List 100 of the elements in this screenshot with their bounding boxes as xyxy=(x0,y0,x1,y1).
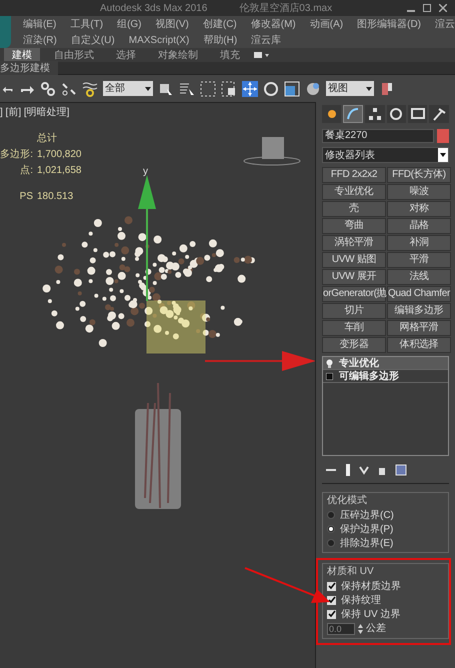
modifier-button[interactable]: UVW 贴图 xyxy=(322,252,386,268)
modifier-button[interactable]: 对称 xyxy=(387,201,451,217)
transform-gizmo-plane[interactable] xyxy=(146,300,206,354)
radio-button[interactable] xyxy=(327,539,335,547)
modifier-button[interactable]: FFD 2x2x2 xyxy=(322,167,386,183)
modifier-button[interactable]: 涡轮平滑 xyxy=(322,235,386,251)
motion-icon xyxy=(388,106,404,122)
ribbon-tab[interactable]: 自由形式 xyxy=(46,48,102,62)
spinner-arrows-icon[interactable] xyxy=(358,624,363,634)
make-unique-icon[interactable] xyxy=(359,465,369,475)
modifier-button[interactable]: 网格平滑 xyxy=(387,320,451,336)
stat-value: 1,021,658 xyxy=(36,164,82,178)
selection-filter-dropdown[interactable]: 全部 xyxy=(103,81,153,96)
radio-button[interactable] xyxy=(327,525,335,533)
stack-item[interactable]: 专业优化 xyxy=(323,357,448,370)
menu-item[interactable]: 视图(V) xyxy=(156,16,189,32)
modifier-button[interactable]: 切片 xyxy=(322,303,386,319)
radio-button[interactable] xyxy=(327,511,335,519)
ribbon-tab[interactable]: 对象绘制 xyxy=(150,48,206,62)
group-title: 材质和 UV xyxy=(327,564,375,579)
stat-value: 1,700,820 xyxy=(36,148,82,162)
modifier-button[interactable]: 变形器 xyxy=(322,337,386,353)
wave-icon[interactable] xyxy=(82,80,98,96)
utilities-icon xyxy=(431,106,448,122)
menu-item[interactable]: 渲染(R) xyxy=(22,32,57,48)
tolerance-field[interactable]: 0.0 xyxy=(327,622,355,634)
modifier-button[interactable]: 弯曲 xyxy=(322,218,386,234)
rotate-icon[interactable] xyxy=(263,80,279,96)
menu-item[interactable]: 编辑(E) xyxy=(22,16,56,32)
panel-tab[interactable] xyxy=(365,105,385,123)
menu-item[interactable]: 渲云 xyxy=(435,16,455,32)
modifier-button[interactable]: 平滑 xyxy=(387,252,451,268)
modifier-button[interactable]: orGenerator(抛 xyxy=(322,286,386,302)
modifier-list-dropdown[interactable]: 修改器列表 xyxy=(322,147,449,163)
modifier-button[interactable]: UVW 展开 xyxy=(322,269,386,285)
rectangle-selection-icon[interactable] xyxy=(200,80,216,96)
checkbox[interactable] xyxy=(327,596,336,604)
modifier-button[interactable]: 补洞 xyxy=(387,235,451,251)
modifier-button[interactable]: 晶格 xyxy=(387,218,451,234)
window-crossing-icon[interactable] xyxy=(221,80,237,96)
panel-tab[interactable] xyxy=(408,105,428,123)
stat-label: 点: xyxy=(19,164,34,178)
menu-item[interactable]: 创建(C) xyxy=(202,16,237,32)
option-label: 保持纹理 xyxy=(341,594,381,608)
menu-item[interactable]: 工具(T) xyxy=(70,16,104,32)
maximize-button[interactable] xyxy=(423,4,431,12)
panel-tab[interactable] xyxy=(429,105,449,123)
unlink-icon[interactable] xyxy=(61,80,77,96)
checkbox[interactable] xyxy=(327,610,336,618)
reference-coordinate-dropdown[interactable]: 视图 xyxy=(326,81,374,96)
modifier-button[interactable]: 体积选择 xyxy=(387,337,451,353)
scale-icon[interactable] xyxy=(284,80,300,96)
menu-item[interactable]: MAXScript(X) xyxy=(128,32,190,48)
y-axis-arrow[interactable] xyxy=(138,175,156,301)
ribbon-tab[interactable]: 选择 xyxy=(108,48,144,62)
menu-item[interactable]: 修改器(M) xyxy=(250,16,296,32)
modifier-button[interactable]: Quad Chamfer xyxy=(387,286,451,302)
display-icon xyxy=(410,106,426,122)
select-by-name-icon[interactable] xyxy=(179,80,195,96)
modifier-button[interactable]: 编辑多边形 xyxy=(387,303,451,319)
file-name: 伦敦星空酒店03.max xyxy=(239,2,332,16)
panel-tab[interactable] xyxy=(343,105,364,123)
panel-tab[interactable] xyxy=(386,105,406,123)
remove-modifier-icon[interactable] xyxy=(377,465,387,475)
axis-label: y xyxy=(143,167,148,177)
menu-item[interactable]: 图形编辑器(D) xyxy=(357,16,421,32)
light-bulb-icon[interactable] xyxy=(326,358,333,368)
close-icon[interactable] xyxy=(439,4,447,12)
modifier-button[interactable]: 法线 xyxy=(387,269,451,285)
link-icon[interactable] xyxy=(40,80,56,96)
ribbon-tab[interactable]: 填充 xyxy=(212,48,248,62)
menu-item[interactable]: 组(G) xyxy=(117,16,142,32)
panel-options-icon[interactable] xyxy=(254,51,270,59)
viewport-label[interactable]: ] [前] [明暗处理] xyxy=(0,105,70,120)
option-label: 压碎边界(C) xyxy=(340,508,394,522)
ribbon-panel-tab[interactable]: 多边形建模 xyxy=(0,60,58,76)
modifier-button[interactable]: 壳 xyxy=(322,201,386,217)
modifier-button[interactable]: 车削 xyxy=(322,320,386,336)
stat-label: PS xyxy=(18,190,34,204)
stat-value: 总计 xyxy=(36,132,58,146)
configure-sets-icon[interactable] xyxy=(395,464,407,476)
object-name-field[interactable]: 餐桌2270 xyxy=(322,129,434,143)
window-title: Autodesk 3ds Max 2016 xyxy=(100,2,208,16)
panel-tab[interactable] xyxy=(322,105,342,123)
move-icon[interactable] xyxy=(242,80,258,96)
pivot-icon[interactable] xyxy=(379,80,395,96)
menu-item[interactable]: 自定义(U) xyxy=(70,32,115,48)
stack-item[interactable]: 可编辑多边形 xyxy=(323,370,448,383)
viewcube-icon[interactable] xyxy=(244,137,300,166)
modifier-button[interactable]: 噪波 xyxy=(387,184,451,200)
modifier-button[interactable]: FFD(长方体) xyxy=(387,167,451,183)
group-title: 优化模式 xyxy=(327,494,368,508)
sphere-icon[interactable] xyxy=(305,80,321,96)
show-end-result-icon[interactable] xyxy=(345,463,351,477)
menu-item[interactable]: 动画(A) xyxy=(310,16,344,32)
object-color-swatch[interactable] xyxy=(437,129,449,143)
modifier-button[interactable]: 专业优化 xyxy=(322,184,386,200)
checkbox[interactable] xyxy=(327,582,336,590)
menu-item[interactable]: 渲云库 xyxy=(251,32,282,48)
menu-item[interactable]: 帮助(H) xyxy=(203,32,238,48)
